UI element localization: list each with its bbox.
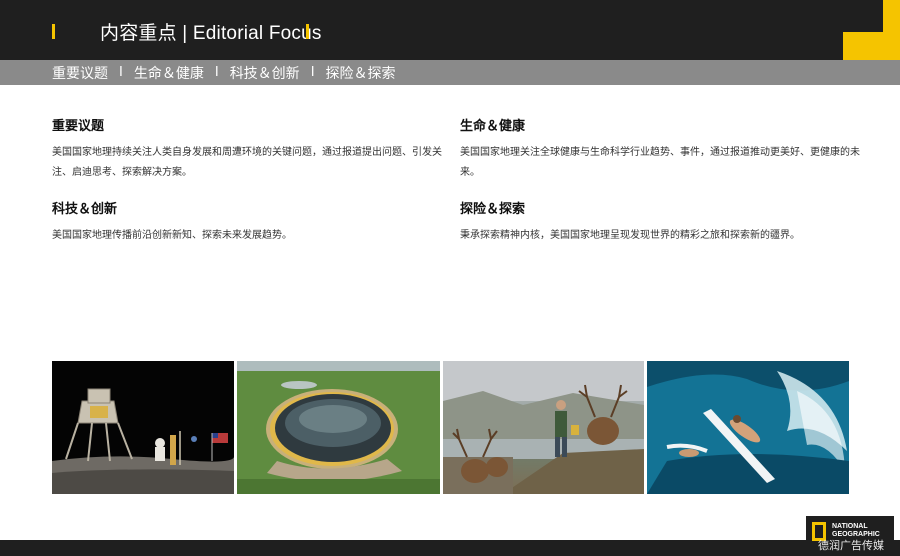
section-issues: 重要议题 美国国家地理持续关注人类自身发展和周遭环境的关键问题，通过报道提出问题… <box>52 115 452 183</box>
accent-bar-left <box>52 24 55 39</box>
section-body: 美国国家地理关注全球健康与生命科学行业趋势、事件，通过报道推动更美好、更健康的未… <box>460 147 860 178</box>
section-title: 科技＆创新 <box>52 202 118 217</box>
section-tech: 科技＆创新 美国国家地理传播前沿创新新知、探索未来发展趋势。 <box>52 198 452 246</box>
watermark-text: 德润广告传媒 <box>818 539 884 552</box>
nav-separator: I <box>119 65 123 80</box>
corner-notch <box>843 0 883 32</box>
topic-nav-item-health[interactable]: 生命＆健康 <box>134 63 204 83</box>
section-body: 美国国家地理持续关注人类自身发展和周遭环境的关键问题，通过报道提出问题、引发关注… <box>52 147 442 178</box>
topic-nav-item-tech[interactable]: 科技＆创新 <box>230 63 300 83</box>
crater-aerial-photo <box>237 361 440 494</box>
nav-separator: I <box>310 65 315 80</box>
header-bar: 内容重点 | Editorial Focus <box>0 0 900 60</box>
section-body: 秉承探索精神内核，美国国家地理呈现发现世界的精彩之旅和探索新的疆界。 <box>460 230 800 241</box>
section-title: 重要议题 <box>52 119 105 134</box>
accent-bar-right <box>306 24 309 39</box>
topic-nav-item-exploration[interactable]: 探险＆探索 <box>326 63 396 83</box>
section-exploration: 探险＆探索 秉承探索精神内核，美国国家地理呈现发现世界的精彩之旅和探索新的疆界。 <box>460 198 860 246</box>
section-title: 生命＆健康 <box>460 119 526 134</box>
section-body: 美国国家地理传播前沿创新新知、探索未来发展趋势。 <box>52 230 292 241</box>
section-health: 生命＆健康 美国国家地理关注全球健康与生命科学行业趋势、事件，通过报道推动更美好… <box>460 115 860 183</box>
page-title: 内容重点 | Editorial Focus <box>100 23 322 44</box>
logo-line-1: NATIONAL <box>832 523 868 530</box>
nav-separator: I <box>214 65 219 80</box>
section-title: 探险＆探索 <box>460 202 526 217</box>
moon-landing-photo <box>52 361 234 494</box>
deer-mountain-photo <box>443 361 644 494</box>
topic-nav: 重要议题 I 生命＆健康 I 科技＆创新 I 探险＆探索 <box>0 60 900 85</box>
topic-nav-item-issues[interactable]: 重要议题 <box>52 63 108 83</box>
footer-bar <box>0 540 900 556</box>
surfer-wave-photo <box>647 361 849 494</box>
